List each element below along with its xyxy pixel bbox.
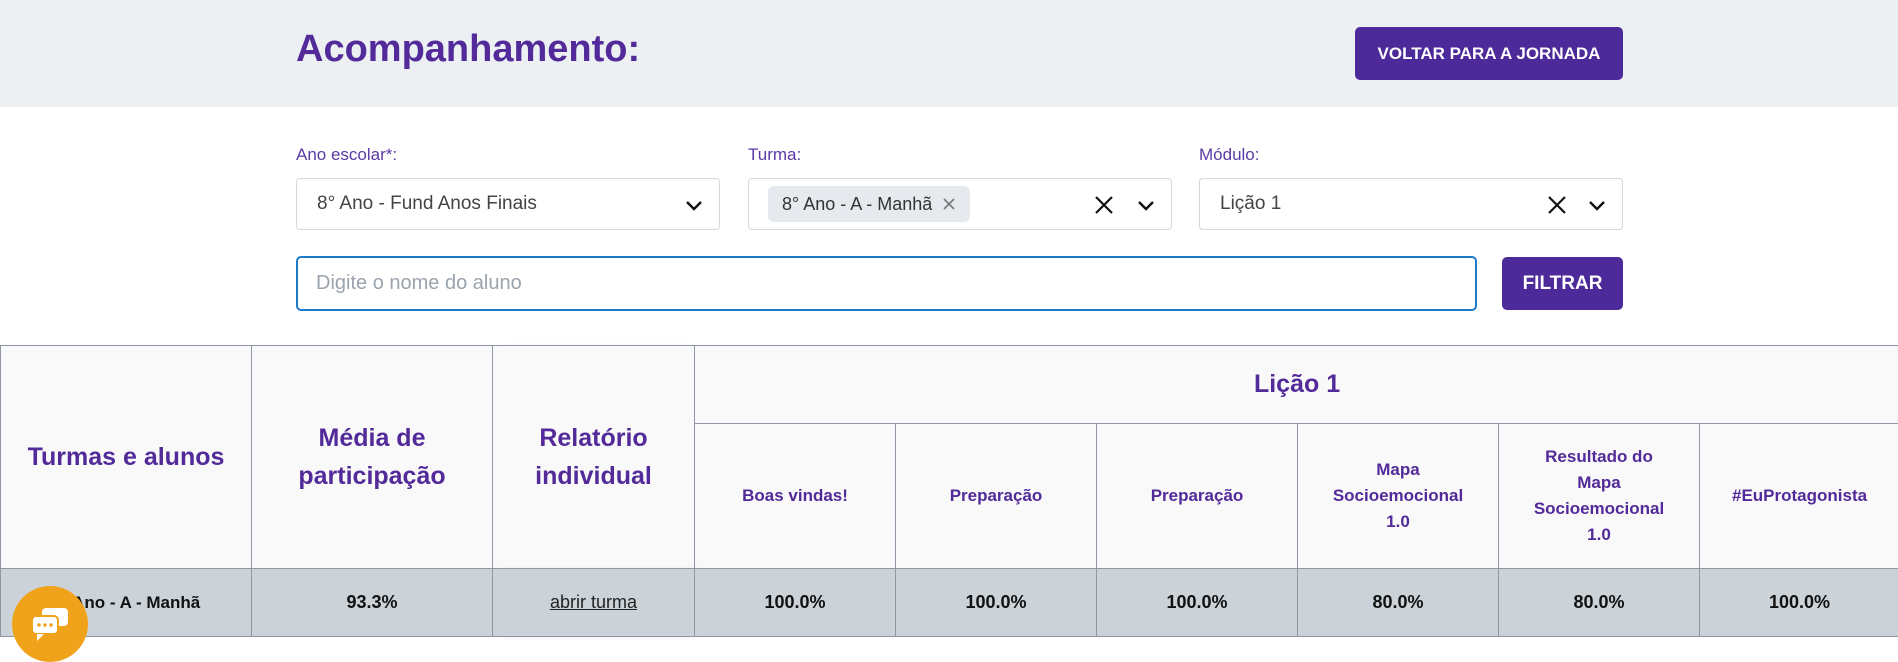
- chevron-down-icon[interactable]: [1584, 192, 1610, 218]
- table-row: 8° Ano - A - Manhã93.3%abrir turma100.0%…: [1, 569, 1898, 637]
- page-title: Acompanhamento:: [296, 28, 640, 71]
- modulo-select[interactable]: Lição 1: [1199, 178, 1623, 230]
- col-media-participacao: Média de participação: [252, 346, 493, 569]
- activity-header-line: 1.0: [1587, 525, 1611, 544]
- activity-header: #EuProtagonista: [1700, 424, 1898, 569]
- col-relatorio-individual: Relatório individual: [493, 346, 695, 569]
- chat-icon: [28, 604, 72, 644]
- activity-header-line: Socioemocional: [1333, 486, 1463, 505]
- activity-header-line: Resultado do: [1545, 447, 1653, 466]
- close-icon[interactable]: [1544, 192, 1570, 218]
- activity-value-cell: 80.0%: [1298, 569, 1499, 637]
- ano-escolar-select[interactable]: 8° Ano - Fund Anos Finais: [296, 178, 720, 230]
- chevron-down-icon[interactable]: [1133, 192, 1159, 218]
- activity-value-cell: 100.0%: [1097, 569, 1298, 637]
- activity-header-line: Mapa: [1577, 473, 1620, 492]
- results-table: Turmas e alunos Média de participação Re…: [0, 345, 1898, 636]
- modulo-value: Lição 1: [1220, 193, 1281, 215]
- col-relatorio-line1: Relatório: [539, 424, 647, 452]
- activity-header: Preparação: [1097, 424, 1298, 569]
- header-bar: Acompanhamento: VOLTAR PARA A JORNADA: [0, 0, 1898, 107]
- activity-header-line: 1.0: [1386, 512, 1410, 531]
- col-media-line1: Média de: [319, 424, 426, 452]
- col-relatorio-line2: individual: [535, 462, 652, 490]
- activity-header-line: Mapa: [1376, 460, 1419, 479]
- media-cell: 93.3%: [252, 569, 493, 637]
- activity-header: Resultado do Mapa Socioemocional 1.0: [1499, 424, 1700, 569]
- col-turmas-alunos: Turmas e alunos: [1, 346, 252, 569]
- col-media-line2: participação: [298, 462, 445, 490]
- remove-chip-icon[interactable]: [942, 197, 956, 211]
- activity-header: Mapa Socioemocional 1.0: [1298, 424, 1499, 569]
- turma-select[interactable]: 8° Ano - A - Manhã: [748, 178, 1172, 230]
- activity-value-cell: 100.0%: [695, 569, 896, 637]
- activity-header: Boas vindas!: [695, 424, 896, 569]
- turma-chip: 8° Ano - A - Manhã: [768, 186, 970, 222]
- student-search-input[interactable]: [296, 256, 1477, 311]
- activity-value-cell: 80.0%: [1499, 569, 1700, 637]
- turma-label: Turma:: [748, 145, 801, 165]
- activity-header: Preparação: [896, 424, 1097, 569]
- lesson-header: Lição 1: [695, 346, 1898, 424]
- activity-value-cell: 100.0%: [896, 569, 1097, 637]
- activity-header-line: Socioemocional: [1534, 499, 1664, 518]
- activity-value-cell: 100.0%: [1700, 569, 1898, 637]
- open-class-link[interactable]: abrir turma: [550, 592, 637, 612]
- turma-chip-label: 8° Ano - A - Manhã: [782, 194, 932, 215]
- back-to-journey-button[interactable]: VOLTAR PARA A JORNADA: [1355, 27, 1623, 80]
- ano-escolar-label: Ano escolar*:: [296, 145, 397, 165]
- modulo-label: Módulo:: [1199, 145, 1259, 165]
- ano-escolar-value: 8° Ano - Fund Anos Finais: [317, 193, 537, 215]
- relatorio-cell: abrir turma: [493, 569, 695, 637]
- activity-header-line: Preparação: [1151, 486, 1244, 505]
- col-turmas-alunos-label: Turmas e alunos: [28, 443, 225, 471]
- activity-header-line: Boas vindas!: [742, 486, 848, 505]
- chat-button[interactable]: [12, 586, 88, 662]
- chevron-down-icon[interactable]: [681, 192, 707, 218]
- close-icon[interactable]: [1091, 192, 1117, 218]
- activity-header-line: #EuProtagonista: [1732, 486, 1867, 505]
- filter-button[interactable]: FILTRAR: [1502, 257, 1623, 310]
- activity-header-line: Preparação: [950, 486, 1043, 505]
